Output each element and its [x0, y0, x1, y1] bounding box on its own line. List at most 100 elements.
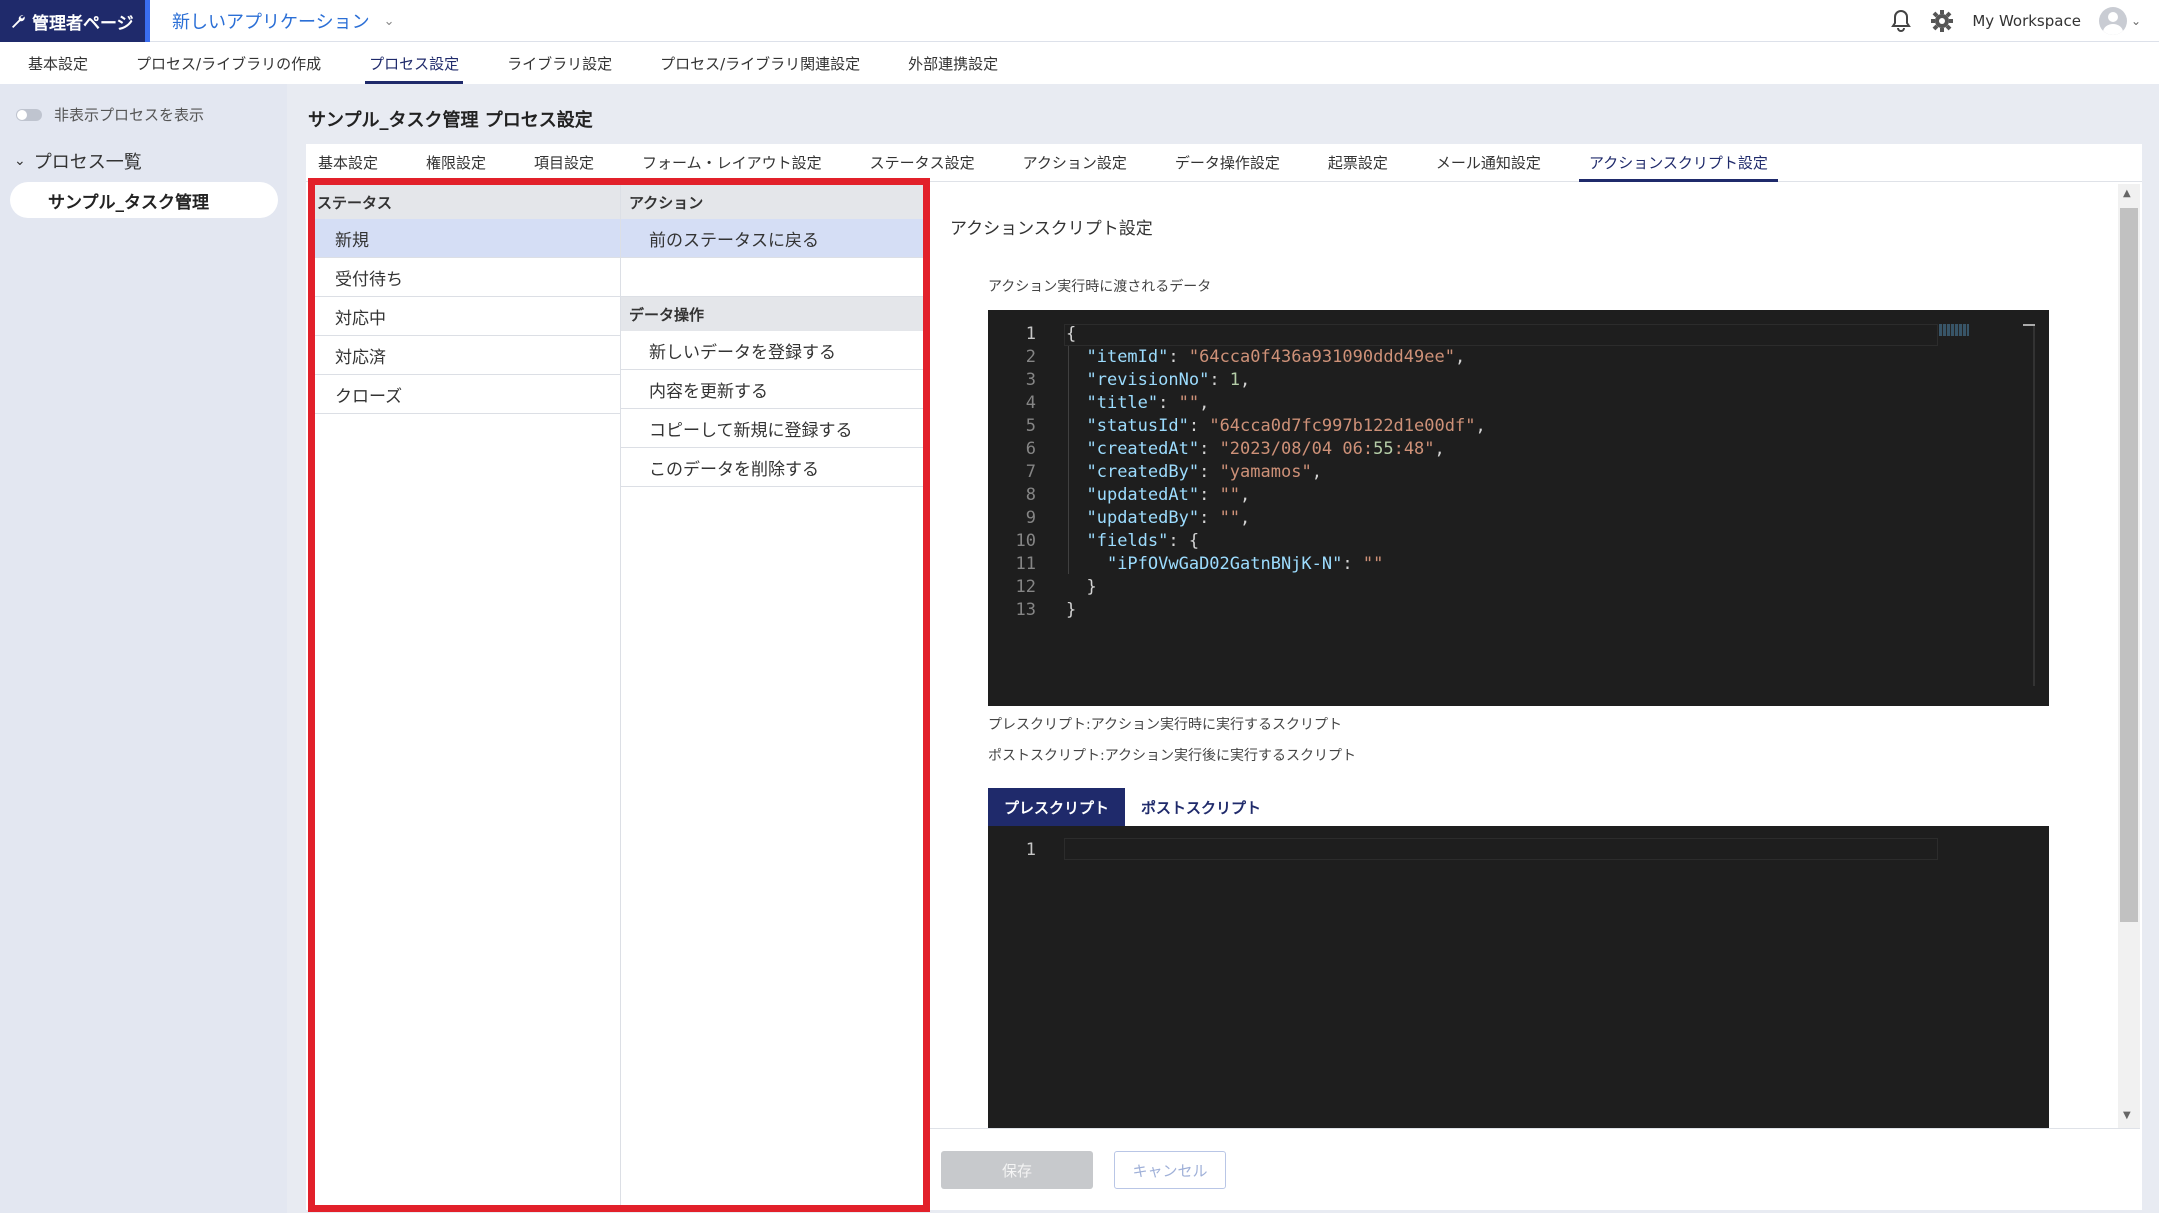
tab-mail[interactable]: メール通知設定	[1436, 152, 1541, 181]
data-op-row[interactable]: 内容を更新する	[621, 370, 923, 409]
tab-post-script[interactable]: ポストスクリプト	[1125, 788, 1277, 826]
pre-script-editor[interactable]: 1	[988, 826, 2049, 1128]
line-number: 4	[1025, 393, 1036, 413]
show-hidden-toggle[interactable]	[16, 108, 42, 121]
action-row[interactable]: 前のステータスに戻る	[621, 219, 923, 258]
sidebar-item-process[interactable]: サンプル_タスク管理	[10, 182, 278, 218]
save-button[interactable]: 保存	[941, 1151, 1093, 1189]
status-row[interactable]: クローズ	[315, 375, 620, 414]
line-number: 8	[1025, 485, 1036, 505]
code-line: }	[1066, 577, 1097, 597]
scroll-up-icon[interactable]: ▲	[2123, 188, 2131, 199]
tab-actions[interactable]: アクション設定	[1023, 152, 1127, 181]
workspace-name[interactable]: My Workspace	[1972, 12, 2081, 30]
code-line: "updatedAt": "",	[1086, 485, 1251, 505]
line-number: 2	[1025, 347, 1036, 367]
sub-tabs: 基本設定 権限設定 項目設定 フォーム・レイアウト設定 ステータス設定 アクショ…	[306, 144, 2142, 182]
status-row[interactable]: 対応中	[315, 297, 620, 336]
wrench-icon	[12, 15, 25, 28]
data-op-row[interactable]: 新しいデータを登録する	[621, 331, 923, 370]
status-row[interactable]: 対応済	[315, 336, 620, 375]
main-nav: 基本設定 プロセス/ライブラリの作成 プロセス設定 ライブラリ設定 プロセス/ラ…	[0, 42, 2159, 84]
tab-fields[interactable]: 項目設定	[534, 152, 594, 181]
script-editor-area: アクションスクリプト設定 アクション実行時に渡されるデータ 1 {2 "itemI…	[930, 184, 2120, 1128]
action-column: アクション 前のステータスに戻る データ操作 新しいデータを登録する 内容を更新…	[621, 185, 923, 1205]
line-number: 1	[1025, 840, 1036, 860]
code-line: "fields": {	[1086, 531, 1200, 551]
chevron-down-icon[interactable]: ⌄	[2131, 14, 2141, 28]
line-number: 3	[1025, 370, 1036, 390]
main-nav-library-settings[interactable]: ライブラリ設定	[507, 42, 612, 84]
avatar[interactable]	[2098, 7, 2127, 35]
code-line: "itemId": "64cca0f436a931090ddd49ee",	[1086, 347, 1466, 367]
line-number: 1	[1025, 324, 1036, 344]
bell-icon[interactable]	[1890, 9, 1912, 33]
main-nav-basic[interactable]: 基本設定	[28, 42, 88, 84]
main-nav-process-settings[interactable]: プロセス設定	[365, 42, 464, 84]
process-list-heading[interactable]: ⌄ プロセス一覧	[14, 148, 142, 174]
code-line: "createdBy": "yamamos",	[1086, 462, 1322, 482]
tab-status[interactable]: ステータス設定	[870, 152, 975, 181]
show-hidden-toggle-row[interactable]: 非表示プロセスを表示	[16, 104, 204, 125]
code-line: }	[1066, 600, 1077, 620]
page-title: サンプル_タスク管理 プロセス設定	[308, 110, 593, 131]
post-script-description: ポストスクリプト:アクション実行後に実行するスクリプト	[988, 748, 1357, 764]
tab-data-ops[interactable]: データ操作設定	[1175, 152, 1280, 181]
code-line: "revisionNo": 1,	[1086, 370, 1251, 390]
line-number: 12	[1015, 577, 1036, 597]
pre-script-description: プレスクリプト:アクション実行時に実行するスクリプト	[988, 717, 1343, 733]
line-number: 9	[1025, 508, 1036, 528]
tab-form-layout[interactable]: フォーム・レイアウト設定	[642, 152, 822, 181]
footer-bar: 保存 キャンセル	[930, 1128, 2140, 1210]
tab-ticketing[interactable]: 起票設定	[1328, 152, 1388, 181]
cancel-button[interactable]: キャンセル	[1114, 1151, 1226, 1189]
scrollbar-thumb[interactable]	[2120, 208, 2138, 922]
script-tabs: プレスクリプト ポストスクリプト	[988, 788, 1277, 826]
status-header: ステータス	[315, 185, 620, 219]
status-row[interactable]: 受付待ち	[315, 258, 620, 297]
line-number: 10	[1015, 531, 1036, 551]
chevron-down-icon: ⌄	[383, 13, 395, 29]
main-nav-external[interactable]: 外部連携設定	[908, 42, 998, 84]
status-column: ステータス 新規 受付待ち 対応中 対応済 クローズ	[315, 185, 621, 1205]
data-json-viewer[interactable]: 1 {2 "itemId": "64cca0f436a931090ddd49ee"…	[988, 310, 2049, 706]
status-row[interactable]: 新規	[315, 219, 620, 258]
line-number: 6	[1025, 439, 1036, 459]
tab-permissions[interactable]: 権限設定	[426, 152, 486, 181]
section-title: アクションスクリプト設定	[950, 219, 1153, 239]
main-nav-relation-settings[interactable]: プロセス/ライブラリ関連設定	[660, 42, 860, 84]
app-selector[interactable]: 新しいアプリケーション ⌄	[172, 0, 395, 42]
data-op-row[interactable]: コピーして新規に登録する	[621, 409, 923, 448]
data-label: アクション実行時に渡されるデータ	[988, 279, 1212, 295]
sidebar	[0, 84, 287, 1213]
line-number: 7	[1025, 462, 1036, 482]
gear-icon[interactable]	[1930, 9, 1954, 33]
line-number: 13	[1015, 600, 1036, 620]
data-op-row[interactable]: このデータを削除する	[621, 448, 923, 487]
data-ops-header: データ操作	[621, 297, 923, 331]
status-action-panel: ステータス 新規 受付待ち 対応中 対応済 クローズ アクション 前のステータス…	[308, 178, 930, 1212]
editor-scrollbar[interactable]	[2033, 324, 2035, 686]
code-line: "createdAt": "2023/08/04 06:55:48",	[1086, 439, 1445, 459]
minimap[interactable]	[1939, 324, 1969, 336]
line-number: 5	[1025, 416, 1036, 436]
code-line: "iPfOVwGaD02GatnBNjK-N": ""	[1106, 554, 1384, 574]
main-nav-create[interactable]: プロセス/ライブラリの作成	[136, 42, 321, 84]
code-line: "statusId": "64cca0d7fc997b122d1e00df",	[1086, 416, 1486, 436]
tab-action-script[interactable]: アクションスクリプト設定	[1578, 152, 1778, 182]
show-hidden-label: 非表示プロセスを表示	[54, 106, 205, 124]
admin-page-button[interactable]: 管理者ページ	[0, 0, 150, 42]
scroll-down-icon[interactable]: ▼	[2123, 1110, 2131, 1121]
tab-basic[interactable]: 基本設定	[318, 152, 378, 181]
line-number: 11	[1015, 554, 1036, 574]
top-bar: 管理者ページ 新しいアプリケーション ⌄ My Workspace ⌄	[0, 0, 2159, 42]
app-name-label: 新しいアプリケーション	[172, 12, 370, 33]
chevron-down-icon: ⌄	[14, 153, 26, 169]
action-header: アクション	[621, 185, 923, 219]
page-scrollbar[interactable]: ▲ ▼	[2118, 184, 2140, 1128]
admin-page-label: 管理者ページ	[32, 13, 134, 34]
code-line: "updatedBy": "",	[1086, 508, 1251, 528]
code-line: "title": "",	[1086, 393, 1210, 413]
code-line: {	[1066, 324, 1077, 344]
tab-pre-script[interactable]: プレスクリプト	[988, 788, 1126, 826]
